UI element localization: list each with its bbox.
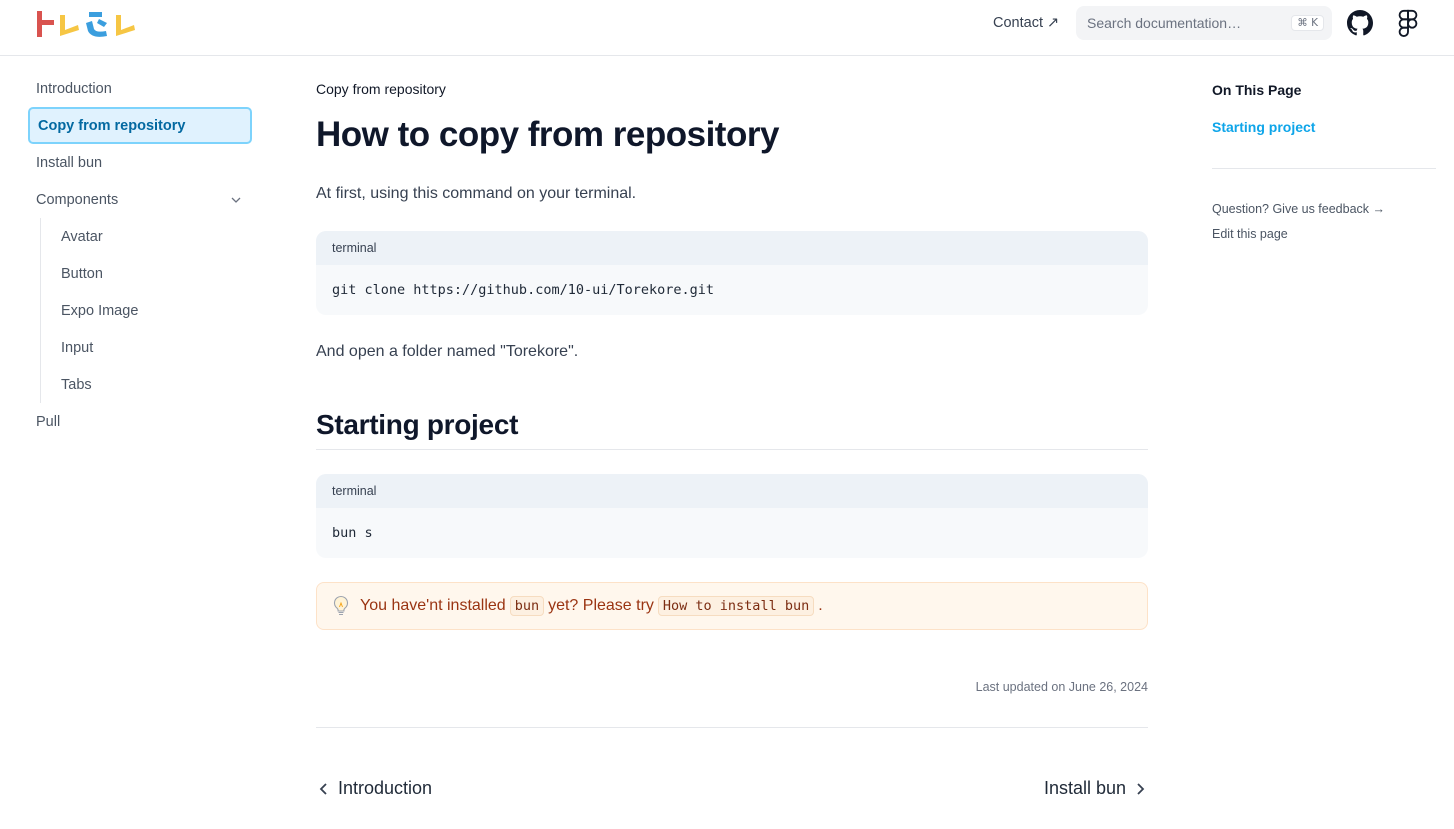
info-callout: You have'nt installed bun yet? Please tr… (316, 582, 1148, 630)
toc-link-starting-project[interactable]: Starting project (1212, 119, 1436, 135)
intro-paragraph: At first, using this command on your ter… (316, 185, 637, 202)
sidebar-item-tabs[interactable]: Tabs (41, 366, 252, 403)
chevron-left-icon (319, 782, 327, 795)
edit-page-link[interactable]: Edit this page (1212, 227, 1436, 241)
chevron-down-icon[interactable] (230, 194, 242, 206)
after-code-paragraph: And open a folder named "Torekore". (316, 343, 579, 360)
sidebar-item-copy-from-repository[interactable]: Copy from repository (28, 107, 252, 144)
feedback-link[interactable]: Question? Give us feedback → (1212, 202, 1436, 216)
page-navigation: Introduction Install bun (316, 778, 1148, 799)
toc-title: On This Page (1212, 82, 1302, 98)
sidebar-nav: Introduction Copy from repository Instal… (28, 70, 252, 440)
lightbulb-icon (333, 595, 349, 616)
code-block-label: terminal (316, 474, 1148, 508)
torekore-logo[interactable] (36, 9, 136, 39)
main-content: Copy from repository How to copy from re… (316, 70, 1148, 799)
github-icon[interactable] (1347, 10, 1373, 36)
search-input[interactable] (1087, 15, 1292, 31)
sidebar-item-avatar[interactable]: Avatar (41, 218, 252, 255)
page-title: How to copy from repository (316, 115, 779, 154)
components-submenu: Avatar Button Expo Image Input Tabs (40, 218, 252, 403)
content-divider (316, 727, 1148, 728)
code-block-clone: terminal git clone https://github.com/10… (316, 231, 1148, 315)
search-shortcut-badge: ⌘ K (1291, 15, 1324, 31)
figma-icon[interactable] (1397, 9, 1419, 37)
sidebar-item-install-bun[interactable]: Install bun (28, 144, 252, 181)
search-box[interactable]: ⌘ K (1076, 6, 1332, 40)
prev-page-link[interactable]: Introduction (316, 778, 432, 799)
code-block-start: terminal bun s (316, 474, 1148, 558)
sidebar-item-button[interactable]: Button (41, 255, 252, 292)
code-block-label: terminal (316, 231, 1148, 265)
contact-link[interactable]: Contact ↗ (993, 15, 1059, 31)
top-header: Contact ↗ ⌘ K (0, 0, 1454, 56)
breadcrumb: Copy from repository (316, 81, 446, 97)
next-page-link[interactable]: Install bun (1044, 778, 1148, 799)
sidebar-item-components[interactable]: Components (28, 181, 252, 218)
sidebar-item-expo-image[interactable]: Expo Image (41, 292, 252, 329)
sidebar-item-pull[interactable]: Pull (28, 403, 252, 440)
code-block-content[interactable]: git clone https://github.com/10-ui/Torek… (316, 265, 1148, 315)
chevron-right-icon (1137, 782, 1145, 795)
inline-code-bun: bun (509, 596, 545, 616)
code-block-content[interactable]: bun s (316, 508, 1148, 558)
inline-code-link-install-bun[interactable]: How to install bun (657, 596, 815, 616)
section-heading-starting-project: Starting project (316, 409, 1148, 450)
on-this-page-toc: On This Page Starting project Question? … (1212, 82, 1436, 241)
sidebar-item-input[interactable]: Input (41, 329, 252, 366)
last-updated-timestamp: Last updated on June 26, 2024 (975, 680, 1148, 694)
toc-divider (1212, 168, 1436, 169)
sidebar-item-introduction[interactable]: Introduction (28, 70, 252, 107)
